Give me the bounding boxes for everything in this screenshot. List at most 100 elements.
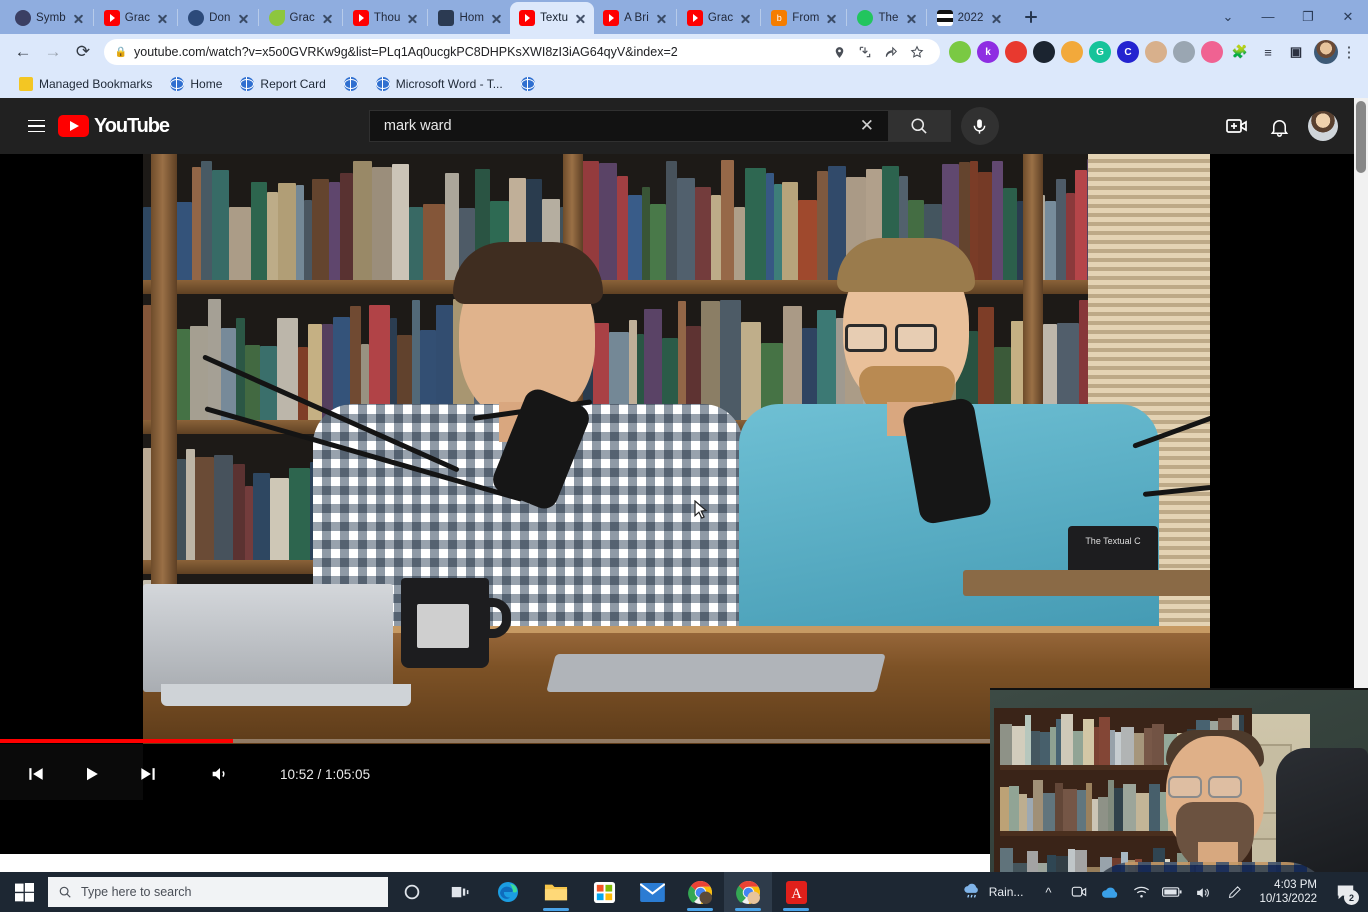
bookmark-item[interactable]: Microsoft Word - T... bbox=[369, 75, 510, 93]
task-view-icon[interactable] bbox=[436, 872, 484, 912]
pen-icon[interactable] bbox=[1220, 872, 1248, 912]
speech-red-extension[interactable] bbox=[1005, 41, 1027, 63]
clock-widget[interactable]: 4:03 PM 10/13/2022 bbox=[1251, 878, 1325, 907]
play-button[interactable] bbox=[78, 760, 106, 788]
screencast-extension[interactable] bbox=[1173, 41, 1195, 63]
back-button[interactable]: ← bbox=[8, 37, 38, 67]
reload-button[interactable]: ⟳ bbox=[68, 37, 98, 67]
onedrive-icon[interactable] bbox=[1096, 872, 1124, 912]
maximize-button[interactable]: ❐ bbox=[1288, 2, 1328, 30]
cortana-icon[interactable] bbox=[388, 872, 436, 912]
tab-close-icon[interactable] bbox=[989, 11, 1004, 26]
chrome-menu-button[interactable]: ⋮ bbox=[1338, 45, 1360, 60]
create-video-icon[interactable] bbox=[1224, 113, 1250, 139]
chrome-profile-avatar[interactable] bbox=[1314, 40, 1338, 64]
forward-button[interactable]: → bbox=[38, 37, 68, 67]
bookmark-item[interactable]: Report Card bbox=[233, 75, 332, 93]
youtube-logo[interactable]: YouTube bbox=[58, 115, 170, 138]
browser-tab[interactable]: Symb bbox=[6, 2, 92, 34]
action-center-button[interactable]: 2 bbox=[1328, 872, 1362, 912]
browser-tab[interactable]: Grac bbox=[678, 2, 759, 34]
close-window-button[interactable]: ✕ bbox=[1328, 2, 1368, 30]
c-blue-extension[interactable]: C bbox=[1117, 41, 1139, 63]
tab-close-icon[interactable] bbox=[654, 11, 669, 26]
pink-extension[interactable] bbox=[1201, 41, 1223, 63]
tab-close-icon[interactable] bbox=[738, 11, 753, 26]
browser-tab[interactable]: Grac bbox=[95, 2, 176, 34]
taskbar-app-file-explorer[interactable] bbox=[532, 872, 580, 912]
tab-close-icon[interactable] bbox=[573, 11, 588, 26]
moon-dark-extension[interactable] bbox=[1033, 41, 1055, 63]
person-right-hair bbox=[837, 238, 975, 292]
install-icon[interactable] bbox=[852, 45, 878, 59]
taskbar-app-google-chrome-profile-2[interactable] bbox=[724, 872, 772, 912]
taskbar-search-input[interactable]: Type here to search bbox=[48, 877, 388, 907]
volume-button[interactable] bbox=[206, 760, 234, 788]
browser-tab[interactable]: The bbox=[848, 2, 924, 34]
book bbox=[277, 318, 298, 420]
bubble-green-extension[interactable] bbox=[949, 41, 971, 63]
location-pin-icon[interactable] bbox=[826, 46, 852, 59]
address-bar[interactable]: 🔒 youtube.com/watch?v=x5o0GVRKw9g&list=P… bbox=[104, 39, 940, 65]
tab-close-icon[interactable] bbox=[489, 11, 504, 26]
playlist-icon[interactable]: ≡ bbox=[1257, 41, 1279, 63]
clear-search-icon[interactable]: ✕ bbox=[850, 111, 884, 141]
notifications-bell-icon[interactable] bbox=[1266, 113, 1292, 139]
cast-icon[interactable]: ▣ bbox=[1285, 41, 1307, 63]
tab-close-icon[interactable] bbox=[405, 11, 420, 26]
new-tab-button[interactable] bbox=[1018, 4, 1044, 30]
browser-tab[interactable]: Grac bbox=[260, 2, 341, 34]
taskbar-app-mail[interactable] bbox=[628, 872, 676, 912]
browser-tab[interactable]: Hom bbox=[429, 2, 510, 34]
browser-tab[interactable]: 2022 bbox=[928, 2, 1010, 34]
guide-menu-button[interactable] bbox=[16, 106, 56, 146]
bookmark-item[interactable]: Managed Bookmarks bbox=[12, 75, 159, 93]
page-scrollbar-thumb[interactable] bbox=[1356, 101, 1366, 173]
battery-icon[interactable] bbox=[1158, 872, 1186, 912]
start-button[interactable] bbox=[0, 872, 48, 912]
taskbar-app-microsoft-store[interactable] bbox=[580, 872, 628, 912]
bookmark-icon-only[interactable] bbox=[514, 75, 542, 93]
weather-widget[interactable]: Rain... bbox=[954, 882, 1032, 902]
voice-search-button[interactable] bbox=[960, 107, 999, 145]
tab-close-icon[interactable] bbox=[824, 11, 839, 26]
puzzle-extensions-icon[interactable]: 🧩 bbox=[1229, 41, 1251, 63]
tab-close-icon[interactable] bbox=[236, 11, 251, 26]
tab-close-icon[interactable] bbox=[71, 11, 86, 26]
wifi-icon[interactable] bbox=[1127, 872, 1155, 912]
browser-tab-active[interactable]: Textu bbox=[510, 2, 595, 34]
tab-close-icon[interactable] bbox=[904, 11, 919, 26]
honey-extension[interactable] bbox=[1061, 41, 1083, 63]
previous-icon bbox=[29, 768, 43, 780]
bookmark-item[interactable]: Home bbox=[163, 75, 229, 93]
browser-tab[interactable]: b From bbox=[762, 2, 845, 34]
grammarly-extension[interactable]: G bbox=[1089, 41, 1111, 63]
monkey-extension[interactable] bbox=[1145, 41, 1167, 63]
previous-video-button[interactable] bbox=[22, 760, 50, 788]
system-tray: Rain... ^ 4:03 PM 10/13/2022 2 bbox=[954, 872, 1368, 912]
camera-icon[interactable] bbox=[1065, 872, 1093, 912]
share-icon[interactable] bbox=[878, 45, 904, 59]
page-scrollbar[interactable] bbox=[1354, 98, 1368, 768]
webcam-overlay[interactable] bbox=[990, 688, 1368, 872]
tab-close-icon[interactable] bbox=[155, 11, 170, 26]
chevron-up-icon[interactable]: ^ bbox=[1034, 872, 1062, 912]
account-avatar[interactable] bbox=[1308, 111, 1338, 141]
next-video-button[interactable] bbox=[134, 760, 162, 788]
k-purple-extension[interactable]: k bbox=[977, 41, 999, 63]
taskbar-app-adobe-acrobat[interactable]: A bbox=[772, 872, 820, 912]
search-input[interactable]: mark ward ✕ bbox=[368, 110, 889, 142]
browser-tab[interactable]: A Bri bbox=[594, 2, 675, 34]
browser-tab[interactable]: Thou bbox=[344, 2, 427, 34]
search-button[interactable] bbox=[888, 110, 951, 142]
volume-icon[interactable] bbox=[1189, 872, 1217, 912]
bookmark-star-icon[interactable] bbox=[904, 45, 930, 59]
taskbar-app-microsoft-edge[interactable] bbox=[484, 872, 532, 912]
minimize-button[interactable]: — bbox=[1248, 2, 1288, 30]
video-frame[interactable]: The Textual C bbox=[143, 154, 1210, 744]
tab-close-icon[interactable] bbox=[320, 11, 335, 26]
bookmark-icon-only[interactable] bbox=[337, 75, 365, 93]
tab-search-button[interactable]: ⌄ bbox=[1208, 2, 1248, 30]
taskbar-app-google-chrome-profile-1[interactable] bbox=[676, 872, 724, 912]
browser-tab[interactable]: Don bbox=[179, 2, 256, 34]
